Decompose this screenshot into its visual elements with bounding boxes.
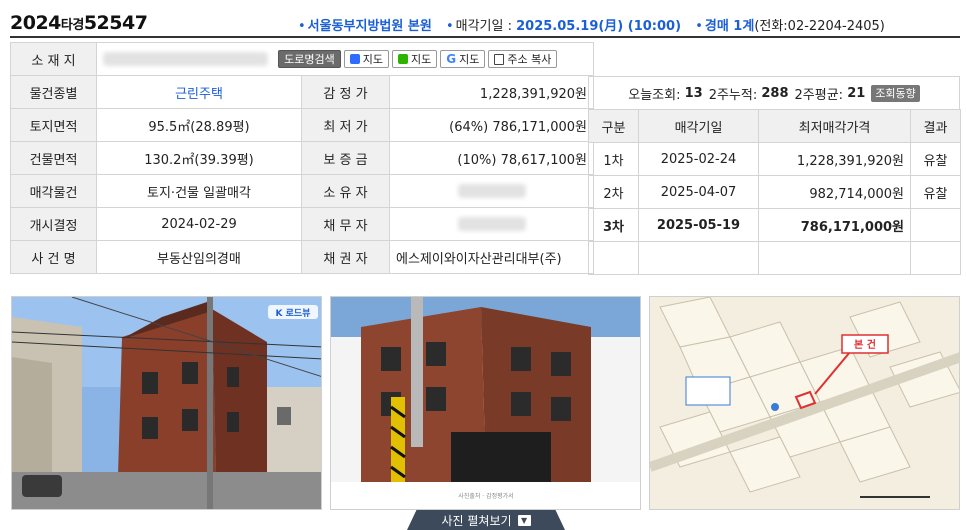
owner-value bbox=[389, 174, 594, 208]
map-subject-label: 본 건 bbox=[854, 338, 876, 351]
dept-name: 경매 1계 bbox=[704, 19, 755, 34]
table-row bbox=[588, 241, 961, 275]
photo-roadview[interactable]: K 로드뷰 bbox=[11, 296, 322, 510]
sale-object: 토지·건물 일괄매각 bbox=[96, 174, 302, 208]
table-row: 2차 2025-04-07 982,714,000원 유찰 bbox=[588, 175, 961, 209]
sale-date-label: 매각기일 : bbox=[455, 19, 517, 34]
address-value: 도로명검색 지도 지도 G 지도 주소 복사 bbox=[96, 42, 594, 76]
table-row: 사 건 명 부동산임의경매 채 권 자 에스제이와이자산관리대부(주) bbox=[10, 240, 594, 274]
photo-building[interactable]: 사진출처 · 감정평가서 bbox=[330, 296, 641, 510]
building-photo-2: 사진출처 · 감정평가서 bbox=[331, 297, 640, 509]
daum-map-button[interactable]: 지도 bbox=[343, 50, 389, 68]
address-label: 소 재 지 bbox=[10, 42, 97, 76]
copy-icon bbox=[494, 53, 505, 65]
cadastral-map: 본 건 bbox=[650, 297, 959, 509]
table-row: 물건종별 근린주택 감 정 가 1,228,391,920원 bbox=[10, 75, 594, 109]
debtor-value bbox=[389, 207, 594, 241]
daum-icon bbox=[349, 54, 360, 64]
case-number: 2024타경52547 bbox=[10, 12, 148, 34]
land-area: 95.5㎡(28.89평) bbox=[96, 108, 302, 142]
creditor-value: 에스제이와이자산관리대부(주) bbox=[389, 240, 594, 274]
table-row: 1차 2025-02-24 1,228,391,920원 유찰 bbox=[588, 142, 961, 176]
view-stats: 오늘조회: 13 2주누적: 288 2주평균: 21 조회동향 bbox=[588, 76, 960, 109]
table-row: 3차 2025-05-19 786,171,000원 bbox=[588, 208, 961, 242]
view-trend-button[interactable]: 조회동향 bbox=[871, 84, 920, 102]
naver-icon bbox=[398, 54, 408, 64]
table-row: 건물면적 130.2㎡(39.39평) 보 증 금 (10%) 78,617,1… bbox=[10, 141, 594, 175]
road-search-button[interactable]: 도로명검색 bbox=[278, 50, 341, 68]
two-week-avg: 21 bbox=[847, 85, 866, 101]
two-week-views: 288 bbox=[761, 85, 789, 101]
history-header: 구분 매각기일 최저매각가격 결과 bbox=[588, 109, 961, 143]
deposit: (10%) 78,617,100원 bbox=[389, 141, 594, 175]
address-blurred bbox=[103, 52, 268, 66]
naver-map-button[interactable]: 지도 bbox=[392, 50, 438, 68]
property-type-link[interactable]: 근린주택 bbox=[175, 87, 223, 102]
sale-history-table: 구분 매각기일 최저매각가격 결과 1차 2025-02-24 1,228,39… bbox=[588, 109, 961, 275]
google-icon: G bbox=[446, 52, 457, 66]
case-header: 2024타경52547 • 서울동부지방법원 본원 • 매각기일 : 2025.05… bbox=[10, 12, 960, 38]
building-photo-1: K 로드뷰 bbox=[12, 297, 321, 509]
photo-map[interactable]: 본 건 bbox=[649, 296, 960, 510]
appraisal-value: 1,228,391,920원 bbox=[389, 75, 594, 109]
copy-address-button[interactable]: 주소 복사 bbox=[488, 50, 558, 68]
case-name: 부동산임의경매 bbox=[96, 240, 302, 274]
court-name[interactable]: 서울동부지방법원 본원 bbox=[308, 19, 432, 34]
table-row: 토지면적 95.5㎡(28.89평) 최 저 가 (64%) 786,171,0… bbox=[10, 108, 594, 142]
minimum-price: (64%) 786,171,000원 bbox=[389, 108, 594, 142]
table-row: 개시결정 2024-02-29 채 무 자 bbox=[10, 207, 594, 241]
header-info: • 서울동부지방법원 본원 • 매각기일 : 2025.05.19(月) (10:0… bbox=[298, 19, 885, 34]
today-views: 13 bbox=[684, 85, 703, 101]
address-row: 소 재 지 도로명검색 지도 지도 G 지도 주소 복사 bbox=[10, 42, 594, 76]
roadview-badge: K 로드뷰 bbox=[276, 308, 311, 319]
chevron-down-icon: ▼ bbox=[517, 514, 531, 526]
sale-date: 2025.05.19(月) (10:00) bbox=[516, 19, 682, 34]
expand-photos-button[interactable]: 사진 펼쳐보기 ▼ bbox=[407, 510, 565, 530]
photo-caption: 사진출처 · 감정평가서 bbox=[458, 492, 513, 500]
case-info-table: 소 재 지 도로명검색 지도 지도 G 지도 주소 복사 물건종별 근린주택 감 … bbox=[10, 42, 594, 274]
table-row: 매각물건 토지·건물 일괄매각 소 유 자 bbox=[10, 174, 594, 208]
google-map-button[interactable]: G 지도 bbox=[440, 50, 486, 68]
start-decision-date: 2024-02-29 bbox=[96, 207, 302, 241]
dept-phone: (전화:02-2204-2405) bbox=[754, 19, 885, 34]
building-area: 130.2㎡(39.39평) bbox=[96, 141, 302, 175]
